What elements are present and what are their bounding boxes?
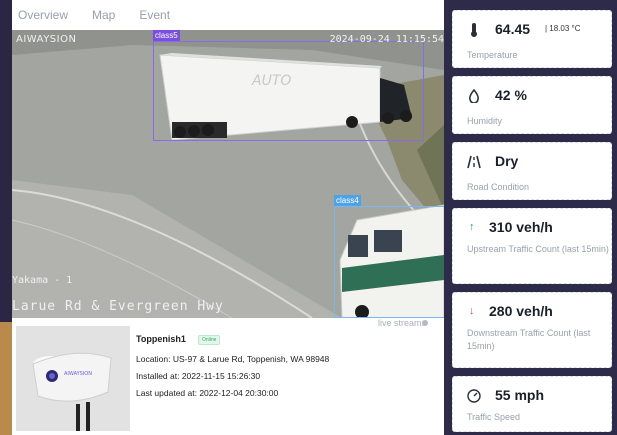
camera-feed[interactable]: AUTO class5 class4 AIWAYSION 2024-09-24 …: [12, 30, 444, 318]
humidity-card: 42 % Humidity: [452, 76, 612, 134]
device-info-card: AIWAYSION Toppenish1 Online Location: US…: [12, 326, 444, 435]
device-location: Location: US-97 & Larue Rd, Toppenish, W…: [136, 354, 330, 364]
device-name: Toppenish1: [136, 334, 186, 344]
traffic-speed-card: 55 mph Traffic Speed: [452, 376, 612, 432]
arrow-down-icon: ↓: [469, 305, 475, 317]
traffic-speed-label: Traffic Speed: [467, 412, 521, 422]
temperature-label: Temperature: [467, 50, 518, 60]
detection-box-bus: [334, 206, 444, 318]
tab-bar: Overview Map Event: [12, 0, 444, 30]
speedometer-icon: [467, 389, 481, 403]
temperature-card: 64.45 | 18.03 °C Temperature: [452, 10, 612, 68]
traffic-speed-value: 55 mph: [495, 387, 545, 403]
temperature-celsius: | 18.03 °C: [545, 24, 581, 33]
detection-label: class4: [334, 195, 361, 206]
camera-timestamp: 2024-09-24 11:15:54: [329, 34, 444, 45]
road-condition-value: Dry: [495, 153, 519, 169]
upstream-traffic-value: 310 veh/h: [489, 219, 553, 235]
downstream-traffic-card: ↓ 280 veh/h Downstream Traffic Count (la…: [452, 292, 612, 368]
road-icon: [467, 155, 481, 169]
camera-brand-overlay: AIWAYSION: [16, 34, 77, 45]
camera-road-name: Larue Rd & Evergreen Hwy: [12, 299, 224, 314]
road-condition-card: Dry Road Condition: [452, 142, 612, 200]
road-condition-label: Road Condition: [467, 182, 530, 192]
device-logo: AIWAYSION: [64, 371, 92, 377]
arrow-up-icon: ↑: [469, 221, 475, 233]
detection-label: class5: [153, 30, 180, 41]
temperature-value: 64.45: [495, 21, 531, 37]
upstream-traffic-label: Upstream Traffic Count (last 15min): [467, 244, 609, 254]
device-updated: Last updated at: 2022-12-04 20:30:00: [136, 388, 279, 398]
tab-map[interactable]: Map: [92, 8, 115, 22]
detection-box-truck: [153, 41, 424, 141]
humidity-value: 42 %: [495, 87, 527, 103]
live-stream-label: live stream:: [377, 318, 424, 328]
camera-place: Yakama - 1: [12, 275, 73, 286]
humidity-label: Humidity: [467, 116, 503, 126]
device-image: AIWAYSION: [16, 326, 130, 431]
upstream-traffic-card: ↑ 310 veh/h Upstream Traffic Count (last…: [452, 208, 612, 284]
tab-event[interactable]: Event: [139, 8, 170, 22]
toggle-icon[interactable]: [422, 320, 428, 326]
metrics-panel: 64.45 | 18.03 °C Temperature 42 % Humidi…: [444, 0, 617, 435]
thermometer-icon: [471, 23, 477, 37]
status-badge: Online: [198, 335, 221, 345]
downstream-traffic-value: 280 veh/h: [489, 303, 553, 319]
downstream-traffic-label: Downstream Traffic Count (last 15min): [467, 328, 591, 351]
tab-overview[interactable]: Overview: [18, 8, 68, 22]
device-installed: Installed at: 2022-11-15 15:26:30: [136, 371, 261, 381]
humidity-drop-icon: [469, 89, 479, 103]
